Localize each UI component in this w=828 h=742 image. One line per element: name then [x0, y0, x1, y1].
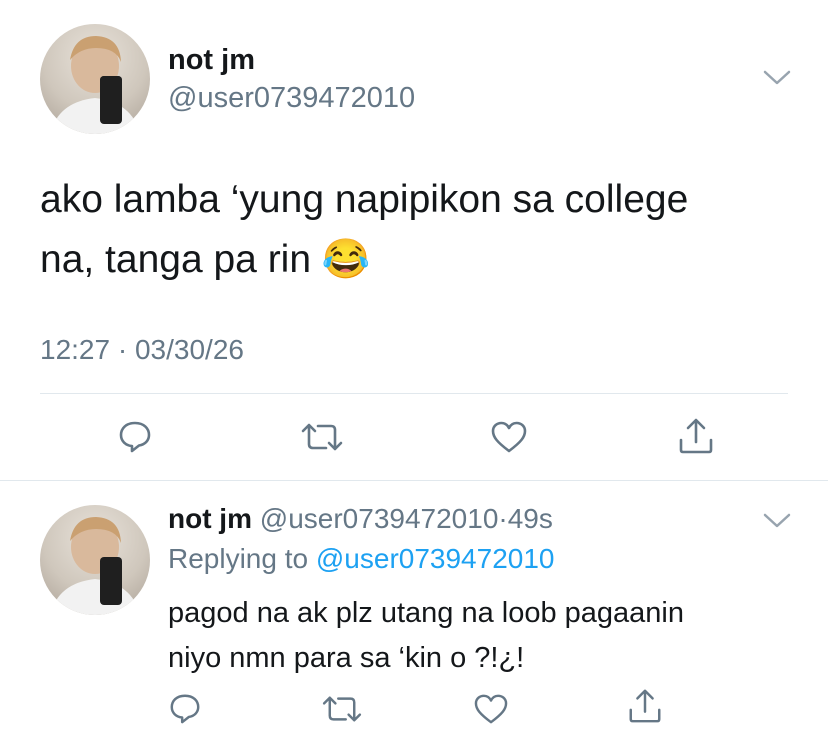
date: 03/30/26 — [134, 334, 244, 365]
like-icon[interactable] — [490, 420, 528, 454]
share-icon[interactable] — [626, 687, 664, 725]
divider — [40, 393, 788, 394]
like-icon[interactable] — [473, 693, 509, 725]
replying-to: Replying to @user0739472010 — [168, 543, 555, 575]
main-tweet: not jm @user0739472010 ako lamba ‘yung n… — [0, 0, 828, 480]
reply-icon[interactable] — [117, 418, 153, 454]
chevron-down-icon[interactable] — [762, 68, 792, 88]
reply-header: not jm @user0739472010·49s — [168, 503, 553, 535]
display-name[interactable]: not jm — [168, 503, 252, 534]
display-name[interactable]: not jm — [168, 44, 255, 77]
replying-prefix: Replying to — [168, 543, 309, 574]
time: 12:27 — [40, 334, 111, 365]
timestamp: 12:27 · 03/30/26 — [40, 334, 244, 366]
retweet-icon[interactable] — [299, 420, 345, 454]
retweet-icon[interactable] — [320, 693, 364, 725]
share-icon[interactable] — [676, 416, 716, 456]
avatar[interactable] — [40, 505, 150, 615]
handle[interactable]: @user0739472010 — [260, 503, 499, 534]
reply-tweet[interactable]: not jm @user0739472010·49s Replying to @… — [0, 481, 828, 742]
replying-handle-link[interactable]: @user0739472010 — [316, 543, 555, 574]
separator: · — [117, 334, 128, 365]
handle[interactable]: @user0739472010 — [168, 82, 415, 115]
reply-icon[interactable] — [168, 691, 202, 725]
avatar[interactable] — [40, 24, 150, 134]
avatar-photo — [50, 36, 140, 134]
dot-separator: · — [498, 503, 508, 534]
reply-text: pagod na ak plz utang na loob pagaanin n… — [168, 597, 684, 674]
age: 49s — [507, 503, 553, 534]
tweet-text: ako lamba ‘yung napipikon sa college na,… — [40, 178, 689, 281]
avatar-photo — [50, 517, 140, 615]
chevron-down-icon[interactable] — [762, 511, 792, 531]
